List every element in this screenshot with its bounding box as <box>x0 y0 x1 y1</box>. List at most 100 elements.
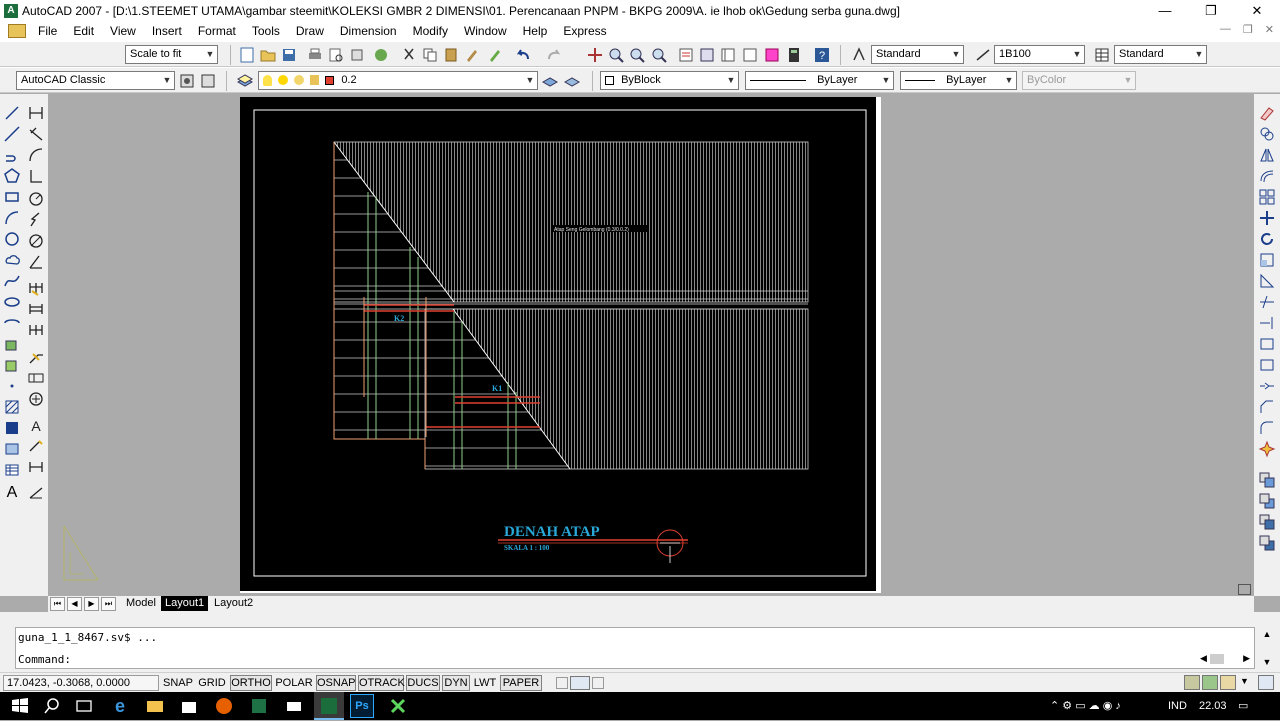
grid-toggle[interactable]: GRID <box>196 675 228 691</box>
multiline-text-icon[interactable]: A <box>3 482 21 501</box>
command-line[interactable]: guna_1_1_8467.sv$ ... Command: <box>15 627 1255 669</box>
line-icon[interactable] <box>3 104 21 122</box>
offset-icon[interactable] <box>1258 167 1276 185</box>
scroll-down-icon[interactable]: ▼ <box>1257 657 1277 667</box>
menu-express[interactable]: Express <box>555 21 614 41</box>
open-file-icon[interactable] <box>259 46 277 64</box>
menu-edit[interactable]: Edit <box>65 21 102 41</box>
ducs-toggle[interactable]: DUCS <box>406 675 440 691</box>
polyline-icon[interactable] <box>3 146 21 164</box>
polygon-icon[interactable] <box>3 167 21 185</box>
insert-block-icon[interactable] <box>3 335 21 353</box>
color-combo[interactable]: ByBlock ▼ <box>600 71 739 90</box>
excel-icon[interactable] <box>247 694 271 718</box>
3d-dwf-icon[interactable] <box>372 46 390 64</box>
explode-icon[interactable] <box>1258 440 1276 458</box>
array-icon[interactable] <box>1258 188 1276 206</box>
menu-window[interactable]: Window <box>456 21 515 41</box>
tolerance-icon[interactable] <box>27 369 45 387</box>
dimension-style-icon[interactable] <box>27 484 45 502</box>
task-view-icon[interactable] <box>72 694 96 718</box>
new-file-icon[interactable] <box>238 46 256 64</box>
plot-scale-combo[interactable]: Scale to fit ▼ <box>125 45 218 64</box>
arc-icon[interactable] <box>3 209 21 227</box>
hatch-icon[interactable] <box>3 398 21 416</box>
windows-start-icon[interactable] <box>8 694 32 718</box>
markup-icon[interactable] <box>763 46 781 64</box>
doc-minimize-button[interactable]: — <box>1220 23 1231 36</box>
my-workspace-icon[interactable] <box>199 72 217 90</box>
autocad-taskbar-button[interactable] <box>314 692 344 720</box>
lineweight-combo[interactable]: ByLayer ▼ <box>900 71 1017 90</box>
layer-properties-icon[interactable] <box>236 72 254 90</box>
maximize-viewport-icon[interactable] <box>570 676 590 690</box>
baseline-dimension-icon[interactable] <box>27 300 45 318</box>
dimension-update-icon[interactable] <box>27 458 45 476</box>
clock[interactable]: 22.03 <box>1199 692 1227 720</box>
paste-icon[interactable] <box>442 46 460 64</box>
calculator-icon[interactable] <box>785 46 803 64</box>
ortho-toggle[interactable]: ORTHO <box>230 675 272 691</box>
command-scrollbar[interactable]: ▲ ▼ <box>1257 627 1277 669</box>
menu-tools[interactable]: Tools <box>244 21 288 41</box>
scroll-up-icon[interactable]: ▲ <box>1257 629 1277 639</box>
edge-browser-icon[interactable]: e <box>108 694 132 718</box>
publish-icon[interactable] <box>348 46 366 64</box>
quick-dimension-icon[interactable] <box>27 279 45 297</box>
properties-icon[interactable] <box>677 46 695 64</box>
tab-model[interactable]: Model <box>122 596 160 611</box>
language-indicator[interactable]: IND <box>1168 692 1187 720</box>
block-editor-icon[interactable] <box>486 46 504 64</box>
scroll-left-icon[interactable]: ◀ <box>1200 653 1207 664</box>
stretch-icon[interactable] <box>1258 272 1276 290</box>
menu-view[interactable]: View <box>102 21 144 41</box>
aligned-dimension-icon[interactable] <box>27 125 45 143</box>
hscroll-thumb[interactable] <box>1210 654 1224 664</box>
copy-icon[interactable] <box>421 46 439 64</box>
plot-icon[interactable] <box>306 46 324 64</box>
menu-help[interactable]: Help <box>515 21 556 41</box>
join-icon[interactable] <box>1258 377 1276 395</box>
send-under-icon[interactable] <box>1258 534 1276 552</box>
command-hscroll[interactable]: ◀ ▶ <box>1198 653 1254 665</box>
mirror-icon[interactable] <box>1258 146 1276 164</box>
text-style-combo[interactable]: Standard ▼ <box>871 45 964 64</box>
first-tab-button[interactable]: ⏮ <box>50 597 65 611</box>
document-icon[interactable] <box>8 24 26 38</box>
notifications-icon[interactable]: ▭ <box>1238 692 1248 720</box>
last-tab-button[interactable]: ⏭ <box>101 597 116 611</box>
next-tab-button[interactable]: ▶ <box>84 597 99 611</box>
osnap-toggle[interactable]: OSNAP <box>316 675 356 691</box>
linear-dimension-icon[interactable] <box>27 104 45 122</box>
table-icon[interactable] <box>3 461 21 479</box>
file-explorer-icon[interactable] <box>143 694 167 718</box>
cut-icon[interactable] <box>400 46 418 64</box>
make-block-icon[interactable] <box>3 356 21 374</box>
radius-dimension-icon[interactable] <box>27 190 45 208</box>
scroll-left-box[interactable] <box>556 677 568 689</box>
zoom-previous-icon[interactable] <box>650 46 668 64</box>
restore-button[interactable]: ❐ <box>1188 0 1234 21</box>
layer-previous-icon[interactable] <box>563 72 581 90</box>
sheet-icon[interactable] <box>1220 675 1236 690</box>
chamfer-icon[interactable] <box>1258 398 1276 416</box>
trim-icon[interactable] <box>1258 293 1276 311</box>
zoom-realtime-icon[interactable] <box>607 46 625 64</box>
send-to-back-icon[interactable] <box>1258 492 1276 510</box>
scroll-right-box[interactable] <box>592 677 604 689</box>
polar-toggle[interactable]: POLAR <box>274 675 314 691</box>
revcloud-icon[interactable] <box>3 251 21 269</box>
gradient-icon[interactable] <box>3 419 21 437</box>
continue-dimension-icon[interactable] <box>27 321 45 339</box>
ellipse-icon[interactable] <box>3 293 21 311</box>
match-properties-icon[interactable] <box>463 46 481 64</box>
dim-style-icon[interactable] <box>974 46 992 64</box>
menu-dimension[interactable]: Dimension <box>332 21 405 41</box>
extend-icon[interactable] <box>1258 314 1276 332</box>
linetype-combo[interactable]: ByLayer ▼ <box>745 71 894 90</box>
scale-icon[interactable] <box>1258 251 1276 269</box>
design-center-icon[interactable] <box>698 46 716 64</box>
center-mark-icon[interactable] <box>27 390 45 408</box>
dimension-edit-icon[interactable]: A <box>27 416 45 434</box>
tool-palettes-icon[interactable] <box>719 46 737 64</box>
